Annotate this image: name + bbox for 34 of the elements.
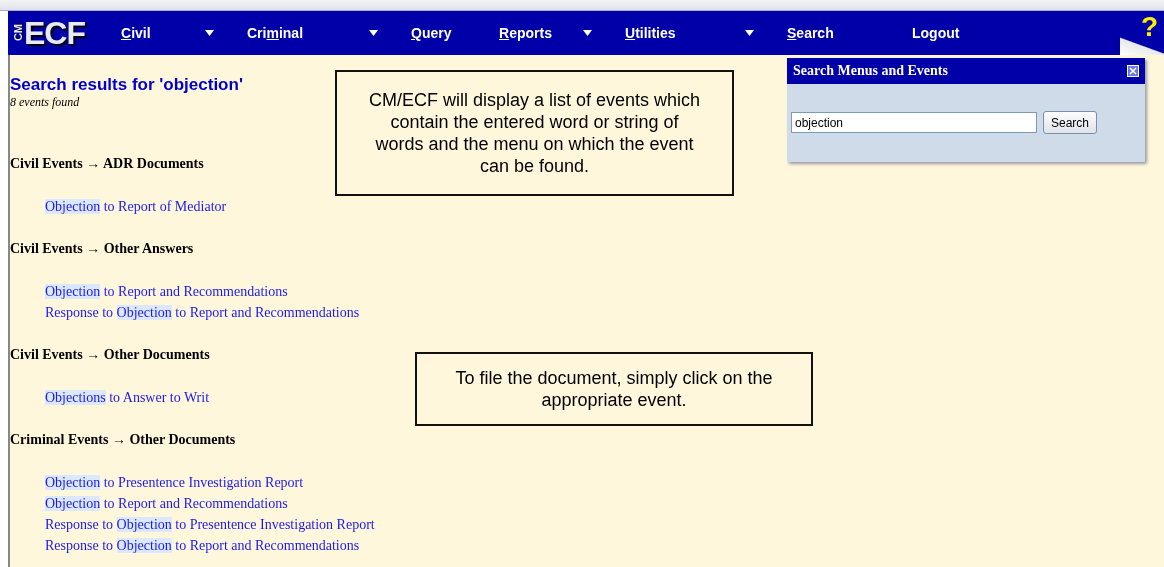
menu-path-heading: Civil Events → ADR Documents <box>10 156 204 172</box>
menu-path-heading: Civil Events → Other Answers <box>10 241 194 257</box>
event-link[interactable]: Response to Objection to Report and Recommendations <box>45 302 360 323</box>
menu-path-heading: Criminal Events → Other Documents <box>10 432 236 448</box>
callout-note: To file the document, simply click on the appropriate event. <box>415 352 813 426</box>
event-link[interactable]: Objections to Answer to Writ <box>45 387 210 408</box>
menu-item[interactable]: Utilities <box>625 25 676 41</box>
event-link[interactable]: Response to Objection to Presentence Investigation Report <box>45 514 375 535</box>
search-button[interactable]: Search <box>1043 111 1098 134</box>
menu-item[interactable]: Reports <box>499 25 552 41</box>
menu-item[interactable]: Logout <box>912 25 960 41</box>
panel-title: Search Menus and Events <box>793 63 948 79</box>
results-count: 8 events found <box>10 95 80 110</box>
dropdown-caret-icon[interactable] <box>205 30 214 36</box>
close-icon <box>1129 67 1137 75</box>
event-link[interactable]: Objection to Report of Mediator <box>45 196 227 217</box>
event-link[interactable]: Response to Objection to Report and Recommendations <box>45 535 360 556</box>
callout-note: CM/ECF will display a list of events which contain the entered word or string of words and the menu on which the event can be found. <box>335 70 734 196</box>
dropdown-caret-icon[interactable] <box>745 30 754 36</box>
menu-item[interactable]: Criminal <box>247 25 304 41</box>
dropdown-caret-icon[interactable] <box>369 30 378 36</box>
logo-small-text: CM <box>12 24 24 42</box>
close-button[interactable] <box>1127 65 1139 77</box>
menu-item[interactable]: Civil <box>121 25 151 41</box>
menu-path-heading: Civil Events → Other Documents <box>10 347 210 363</box>
menu-item[interactable]: Search <box>787 25 834 41</box>
event-link[interactable]: Objection to Presentence Investigation Report <box>45 472 304 493</box>
menu-item[interactable]: Query <box>411 25 452 41</box>
event-link[interactable]: Objection to Report and Recommendations <box>45 281 288 302</box>
search-field[interactable]: objection <box>791 112 1037 133</box>
event-link[interactable]: Objection to Report and Recommendations <box>45 493 288 514</box>
dropdown-caret-icon[interactable] <box>583 30 592 36</box>
logo-text: ECF <box>24 14 85 52</box>
results-title: Search results for 'objection' <box>10 75 244 95</box>
